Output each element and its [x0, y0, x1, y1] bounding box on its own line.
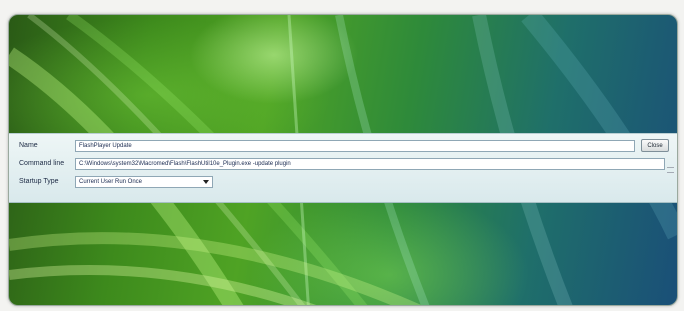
name-field[interactable]: FlashPlayer Update — [75, 140, 635, 152]
startup-type-label: Startup Type — [19, 178, 59, 185]
command-line-field[interactable]: C:\Windows\system32\Macromed\Flash\Flash… — [75, 158, 665, 170]
command-row: Command line C:\Windows\system32\Macrome… — [9, 158, 677, 172]
command-label: Command line — [19, 160, 65, 167]
close-button[interactable]: Close — [641, 139, 669, 152]
desktop-wallpaper: Name FlashPlayer Update Close Command li… — [8, 14, 678, 306]
scroll-grip-icon[interactable]: — — — [667, 164, 675, 176]
startup-type-value: Current User Run Once — [79, 179, 143, 185]
startup-type-select[interactable]: Current User Run Once — [75, 176, 213, 188]
startup-type-row: Startup Type Current User Run Once — [9, 176, 677, 190]
startup-entry-panel: Name FlashPlayer Update Close Command li… — [9, 133, 677, 203]
chevron-down-icon[interactable] — [203, 180, 209, 184]
name-row: Name FlashPlayer Update Close — [9, 139, 677, 154]
name-label: Name — [19, 142, 38, 149]
